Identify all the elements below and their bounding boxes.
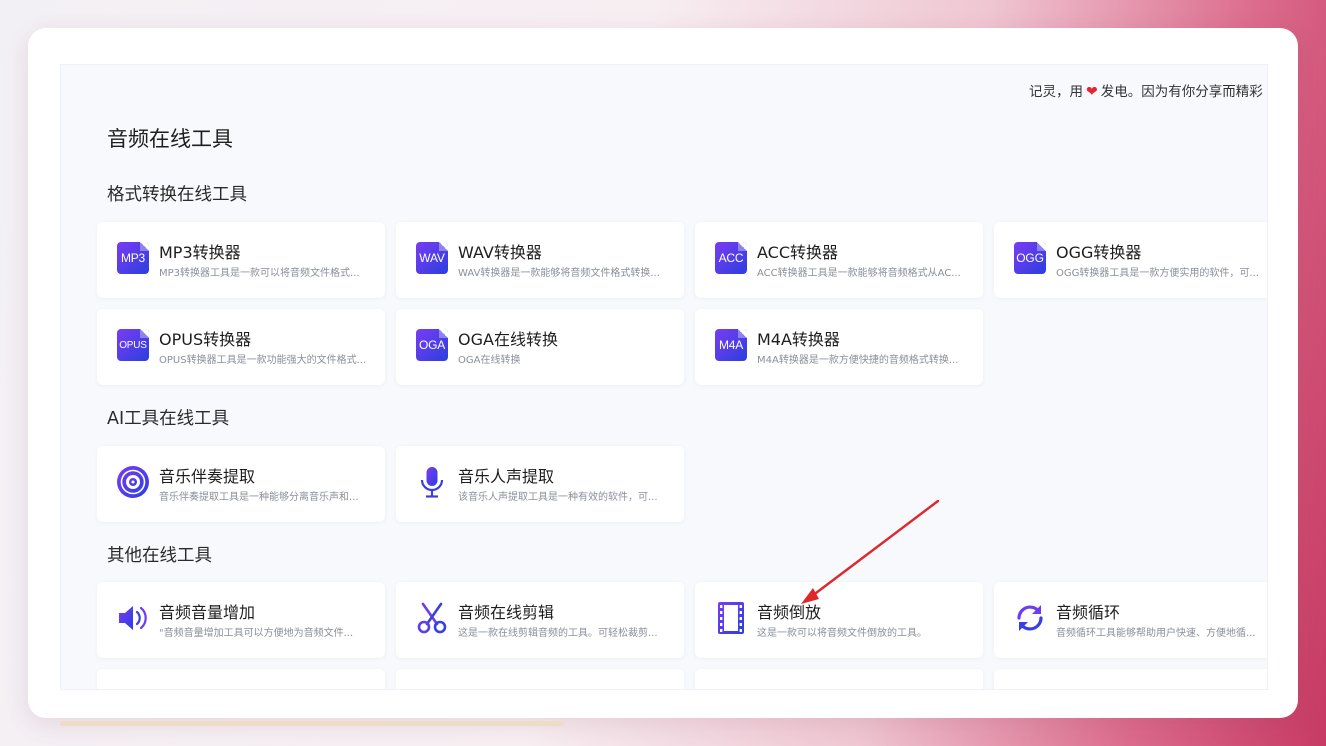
tool-name: OPUS转换器 bbox=[159, 330, 252, 349]
slogan-text-after: 发电。因为有你分享而精彩 bbox=[1100, 84, 1263, 100]
tool-card-volume-increase[interactable]: 音频音量增加 "音频音量增加工具可以方便地为音频文件... bbox=[97, 582, 385, 658]
tool-name: 音频倒放 bbox=[757, 603, 822, 622]
loop-arrows-icon bbox=[1013, 601, 1047, 635]
tool-card-vocal-extract[interactable]: 音乐人声提取 该音乐人声提取工具是一种有效的软件，可... bbox=[396, 446, 684, 522]
bottom-strip bbox=[60, 721, 564, 726]
section-title-ai: AI工具在线工具 bbox=[107, 409, 230, 429]
tool-card-partial[interactable] bbox=[97, 669, 385, 689]
tool-desc: WAV转换器是一款能够将音频文件格式转换... bbox=[458, 268, 660, 279]
speaker-volume-icon bbox=[116, 601, 150, 635]
heart-icon: ❤ bbox=[1086, 84, 1098, 100]
section-title-other: 其他在线工具 bbox=[107, 546, 212, 566]
tool-desc: OGG转换器工具是一款方便实用的软件，可... bbox=[1056, 268, 1259, 279]
tool-name: ACC转换器 bbox=[757, 243, 839, 262]
tool-name: 音频循环 bbox=[1056, 603, 1121, 622]
wav-file-icon: WAV bbox=[415, 241, 449, 275]
section-title-format: 格式转换在线工具 bbox=[107, 185, 247, 205]
tool-card-audio-loop[interactable]: 音频循环 音频循环工具能够帮助用户快速、方便地循... bbox=[994, 582, 1267, 658]
microphone-icon bbox=[415, 465, 449, 499]
opus-file-icon: OPUS bbox=[116, 328, 150, 362]
tool-name: MP3转换器 bbox=[159, 243, 241, 262]
slogan: 记灵，用 ❤ 发电。因为有你分享而精彩 bbox=[1029, 80, 1263, 100]
tool-card-partial[interactable] bbox=[994, 669, 1267, 689]
tool-card-mp3[interactable]: MP3 MP3转换器 MP3转换器工具是一款可以将音频文件格式... bbox=[97, 222, 385, 298]
tool-desc: M4A转换器是一款方便快捷的音频格式转换... bbox=[757, 355, 959, 366]
scissors-icon bbox=[415, 601, 449, 635]
tool-desc: 音频循环工具能够帮助用户快速、方便地循... bbox=[1056, 628, 1256, 639]
tool-card-acc[interactable]: ACC ACC转换器 ACC转换器工具是一款能够将音频格式从AC... bbox=[695, 222, 983, 298]
tool-desc: 这是一款可以将音频文件倒放的工具。 bbox=[757, 628, 927, 639]
mp3-file-icon: MP3 bbox=[116, 241, 150, 275]
acc-file-icon: ACC bbox=[714, 241, 748, 275]
tool-name: 音频音量增加 bbox=[159, 603, 256, 622]
tool-desc: 该音乐人声提取工具是一种有效的软件，可... bbox=[458, 492, 658, 503]
tool-name: 音乐人声提取 bbox=[458, 467, 555, 486]
tool-name: M4A转换器 bbox=[757, 330, 840, 349]
tool-card-partial[interactable] bbox=[396, 669, 684, 689]
tool-card-partial[interactable] bbox=[695, 669, 983, 689]
film-reverse-icon bbox=[714, 601, 748, 635]
tool-desc: "音频音量增加工具可以方便地为音频文件... bbox=[159, 628, 354, 639]
tool-name: 音频在线剪辑 bbox=[458, 603, 555, 622]
tool-card-opus[interactable]: OPUS OPUS转换器 OPUS转换器工具是一款功能强大的文件格式... bbox=[97, 309, 385, 385]
tool-card-m4a[interactable]: M4A M4A转换器 M4A转换器是一款方便快捷的音频格式转换... bbox=[695, 309, 983, 385]
tool-name: OGA在线转换 bbox=[458, 330, 558, 349]
tool-desc: OPUS转换器工具是一款功能强大的文件格式... bbox=[159, 355, 367, 366]
page-title: 音频在线工具 bbox=[107, 127, 233, 151]
tool-desc: ACC转换器工具是一款能够将音频格式从AC... bbox=[757, 268, 961, 279]
tool-card-oga[interactable]: OGA OGA在线转换 OGA在线转换 bbox=[396, 309, 684, 385]
slogan-text-before: 记灵，用 bbox=[1029, 84, 1083, 100]
tool-name: 音乐伴奏提取 bbox=[159, 467, 256, 486]
tool-card-accompaniment-extract[interactable]: 音乐伴奏提取 音乐伴奏提取工具是一种能够分离音乐声和... bbox=[97, 446, 385, 522]
m4a-file-icon: M4A bbox=[714, 328, 748, 362]
tool-name: OGG转换器 bbox=[1056, 243, 1142, 262]
tool-desc: OGA在线转换 bbox=[458, 355, 521, 366]
tool-card-audio-cut[interactable]: 音频在线剪辑 这是一款在线剪辑音频的工具。可轻松裁剪... bbox=[396, 582, 684, 658]
tool-card-ogg[interactable]: OGG OGG转换器 OGG转换器工具是一款方便实用的软件，可... bbox=[994, 222, 1267, 298]
tool-card-audio-reverse[interactable]: 音频倒放 这是一款可以将音频文件倒放的工具。 bbox=[695, 582, 983, 658]
tool-desc: MP3转换器工具是一款可以将音频文件格式... bbox=[159, 268, 360, 279]
vinyl-disc-icon bbox=[116, 465, 150, 499]
oga-file-icon: OGA bbox=[415, 328, 449, 362]
tool-desc: 音乐伴奏提取工具是一种能够分离音乐声和... bbox=[159, 492, 359, 503]
tool-card-wav[interactable]: WAV WAV转换器 WAV转换器是一款能够将音频文件格式转换... bbox=[396, 222, 684, 298]
ogg-file-icon: OGG bbox=[1013, 241, 1047, 275]
content-area: 记灵，用 ❤ 发电。因为有你分享而精彩 音频在线工具 格式转换在线工具 MP3 MP… bbox=[60, 64, 1268, 690]
tool-desc: 这是一款在线剪辑音频的工具。可轻松裁剪... bbox=[458, 628, 658, 639]
tool-name: WAV转换器 bbox=[458, 243, 542, 262]
